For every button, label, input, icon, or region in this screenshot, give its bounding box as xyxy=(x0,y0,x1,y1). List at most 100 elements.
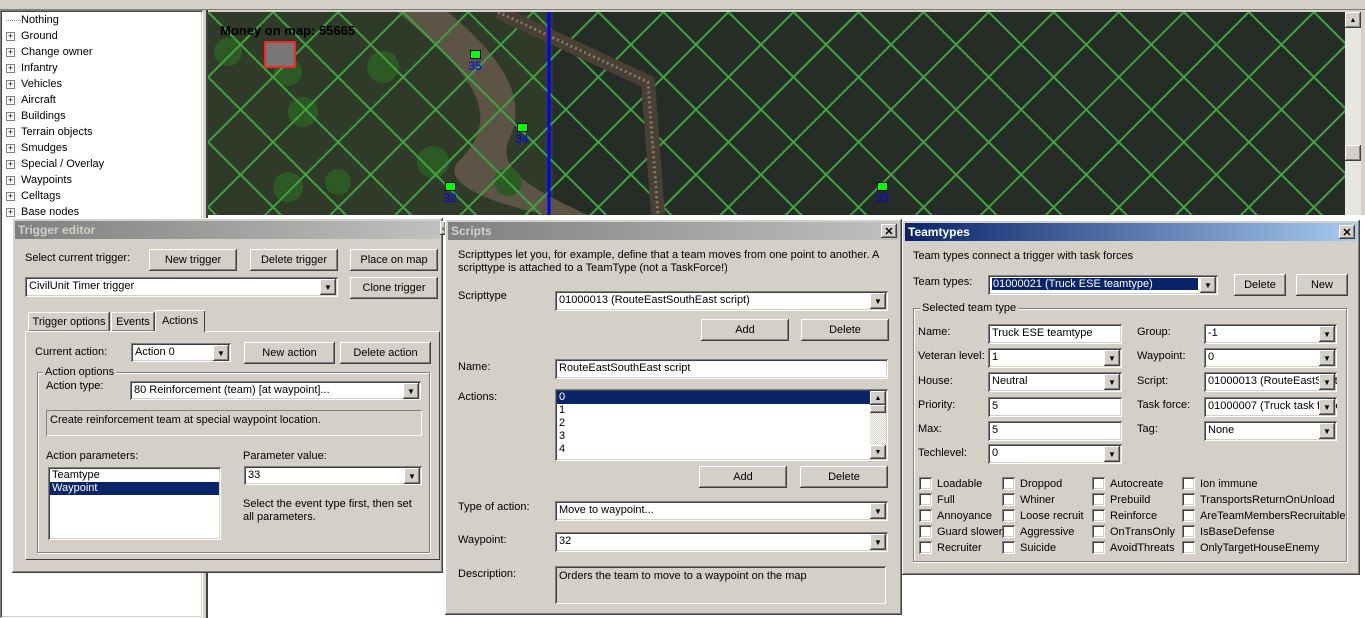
list-item[interactable]: 1 xyxy=(557,404,870,417)
checkbox[interactable]: Aggressive xyxy=(1002,525,1074,538)
checkbox[interactable]: OnTransOnly xyxy=(1092,525,1175,538)
chevron-down-icon[interactable]: ▼ xyxy=(1104,446,1120,462)
tree-item[interactable]: + Vehicles xyxy=(6,76,62,92)
new-action-button[interactable]: New action xyxy=(244,342,335,364)
expand-icon[interactable]: + xyxy=(6,191,15,201)
checkbox-box[interactable] xyxy=(919,541,932,554)
expand-icon[interactable]: + xyxy=(6,159,15,169)
clone-trigger-button[interactable]: Clone trigger xyxy=(350,277,438,299)
place-on-map-button[interactable]: Place on map xyxy=(350,249,438,271)
list-item[interactable]: 3 xyxy=(557,430,870,443)
waypoint-32[interactable]: 32 xyxy=(443,182,457,205)
tree-item[interactable]: + Infantry xyxy=(6,60,58,76)
title-bar[interactable]: Trigger editor xyxy=(15,221,440,239)
checkbox[interactable]: Droppod xyxy=(1002,477,1062,490)
expand-icon[interactable]: + xyxy=(6,111,15,121)
list-item[interactable]: Teamtype xyxy=(50,469,219,482)
tree-item[interactable]: + Celltags xyxy=(6,188,61,204)
chevron-down-icon[interactable]: ▼ xyxy=(403,383,419,399)
tree-item[interactable]: + Waypoints xyxy=(6,172,72,188)
checkbox[interactable]: TransportsReturnOnUnload xyxy=(1182,493,1335,506)
checkbox-box[interactable] xyxy=(1092,477,1105,490)
tree-item[interactable]: + Aircraft xyxy=(6,92,56,108)
chevron-down-icon[interactable]: ▼ xyxy=(320,279,336,295)
tag-select[interactable]: None ▼ xyxy=(1204,421,1337,441)
delete-teamtype-button[interactable]: Delete xyxy=(1234,274,1286,296)
action-type-select[interactable]: 80 Reinforcement (team) [at waypoint]...… xyxy=(130,381,421,400)
checkbox[interactable]: Prebuild xyxy=(1092,493,1150,506)
tree-item[interactable]: + Terrain objects xyxy=(6,124,93,140)
delete-trigger-button[interactable]: Delete trigger xyxy=(250,249,338,271)
scroll-down-button[interactable]: ▼ xyxy=(870,445,886,459)
tree-item[interactable]: + Smudges xyxy=(6,140,67,156)
checkbox-box[interactable] xyxy=(919,525,932,538)
checkbox[interactable]: Ion immune xyxy=(1182,477,1257,490)
checkbox[interactable]: AvoidThreats xyxy=(1092,541,1175,554)
checkbox-box[interactable] xyxy=(1182,493,1195,506)
title-bar[interactable]: Teamtypes ✕ xyxy=(905,223,1357,241)
chevron-down-icon[interactable]: ▼ xyxy=(1319,399,1335,415)
checkbox[interactable]: Loadable xyxy=(919,477,982,490)
checkbox[interactable]: Recruiter xyxy=(919,541,982,554)
tree-item[interactable]: Nothing xyxy=(6,12,59,28)
task-force-select[interactable]: 01000007 (Truck task force) ▼ xyxy=(1204,397,1337,417)
actions-scrollbar[interactable]: ▲ ▼ xyxy=(870,391,886,459)
chevron-down-icon[interactable]: ▼ xyxy=(870,293,886,309)
waypoint-select[interactable]: 0 ▼ xyxy=(1204,348,1337,368)
chevron-down-icon[interactable]: ▼ xyxy=(213,345,229,361)
close-icon[interactable]: ✕ xyxy=(1339,225,1355,239)
checkbox[interactable]: IsBaseDefense xyxy=(1182,525,1275,538)
chevron-down-icon[interactable]: ▼ xyxy=(870,503,886,519)
checkbox[interactable]: AreTeamMembersRecruitable xyxy=(1182,509,1346,522)
scroll-up-button[interactable]: ▲ xyxy=(870,391,886,405)
checkbox-box[interactable] xyxy=(1002,509,1015,522)
checkbox-box[interactable] xyxy=(919,509,932,522)
checkbox[interactable]: Annoyance xyxy=(919,509,992,522)
tree-item[interactable]: + Special / Overlay xyxy=(6,156,104,172)
checkbox[interactable]: Full xyxy=(919,493,955,506)
expand-icon[interactable]: + xyxy=(6,143,15,153)
checkbox-box[interactable] xyxy=(1002,541,1015,554)
param-value-select[interactable]: 33 ▼ xyxy=(244,466,422,485)
checkbox[interactable]: Reinforce xyxy=(1092,509,1157,522)
chevron-down-icon[interactable]: ▼ xyxy=(1104,374,1120,390)
checkbox-box[interactable] xyxy=(1092,493,1105,506)
tree-item[interactable]: + Ground xyxy=(6,28,58,44)
action-params-list[interactable]: Teamtype Waypoint xyxy=(48,467,221,540)
checkbox[interactable]: Suicide xyxy=(1002,541,1056,554)
expand-icon[interactable]: + xyxy=(6,207,15,217)
chevron-down-icon[interactable]: ▼ xyxy=(1200,277,1216,293)
checkbox[interactable]: Loose recruit xyxy=(1002,509,1084,522)
checkbox-box[interactable] xyxy=(1002,525,1015,538)
type-of-action-select[interactable]: Move to waypoint... ▼ xyxy=(555,501,888,521)
chevron-down-icon[interactable]: ▼ xyxy=(404,468,420,484)
checkbox-box[interactable] xyxy=(1002,493,1015,506)
tab-trigger-options[interactable]: Trigger options xyxy=(28,312,110,332)
close-icon[interactable]: ✕ xyxy=(881,224,897,238)
checkbox[interactable]: Autocreate xyxy=(1092,477,1163,490)
waypoint-34[interactable]: 34 xyxy=(515,123,529,146)
checkbox-box[interactable] xyxy=(1002,477,1015,490)
delete-action-button[interactable]: Delete action xyxy=(340,342,431,364)
map-view[interactable]: Money on map: 55665 35 34 32 33 xyxy=(208,12,1345,215)
map-vertical-scrollbar[interactable]: ▲ xyxy=(1345,12,1361,215)
list-item[interactable]: 0 xyxy=(557,391,870,404)
tree-item[interactable]: + Change owner xyxy=(6,44,93,60)
checkbox[interactable]: Guard slower xyxy=(919,525,1002,538)
add-scripttype-button[interactable]: Add xyxy=(701,319,789,341)
veteran-level-select[interactable]: 1 ▼ xyxy=(988,348,1122,368)
tab-actions[interactable]: Actions xyxy=(155,310,205,332)
chevron-down-icon[interactable]: ▼ xyxy=(1319,374,1335,390)
expand-icon[interactable]: + xyxy=(6,127,15,137)
waypoint-33[interactable]: 33 xyxy=(875,182,889,205)
scripttype-select[interactable]: 01000013 (RouteEastSouthEast script) ▼ xyxy=(555,291,888,311)
techlevel-select[interactable]: 0 ▼ xyxy=(988,444,1122,464)
delete-scripttype-button[interactable]: Delete xyxy=(801,319,889,341)
chevron-down-icon[interactable]: ▼ xyxy=(870,534,886,550)
expand-icon[interactable]: + xyxy=(6,63,15,73)
checkbox-box[interactable] xyxy=(1182,477,1195,490)
expand-icon[interactable]: + xyxy=(6,79,15,89)
script-select[interactable]: 01000013 (RouteEastSouthEast script)▼ xyxy=(1204,372,1337,392)
scroll-thumb[interactable] xyxy=(1345,145,1361,161)
trigger-select[interactable]: CivilUnit Timer trigger ▼ xyxy=(25,277,338,297)
